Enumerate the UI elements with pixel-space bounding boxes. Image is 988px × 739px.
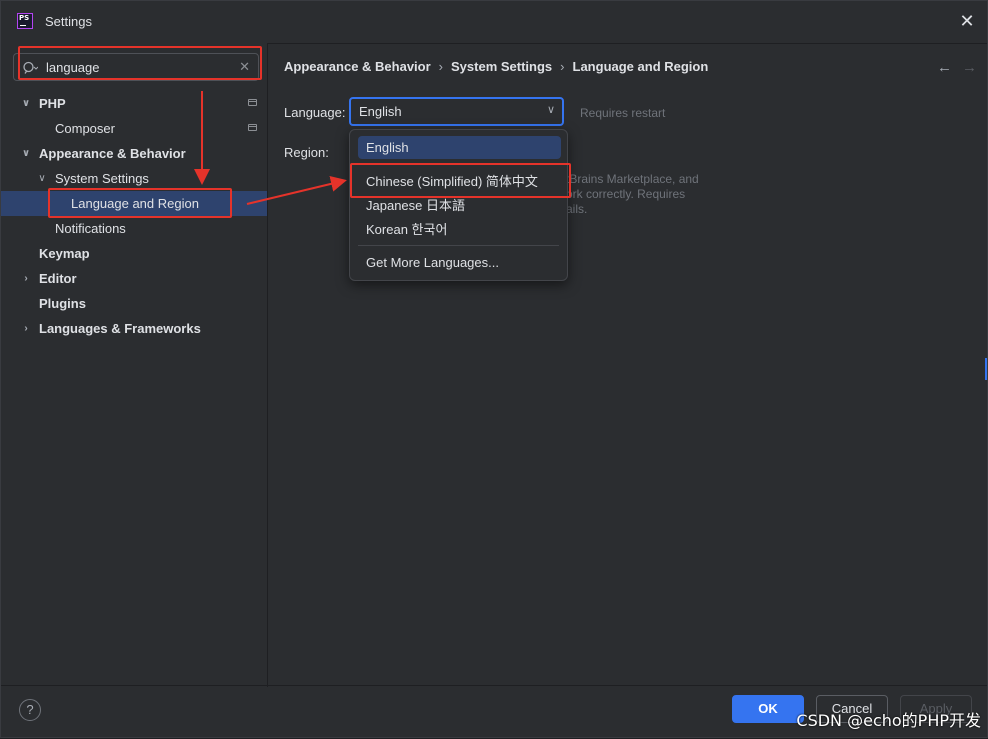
- tree-item-label: Language and Region: [71, 196, 199, 211]
- hint-line: tBrains Marketplace, and: [566, 172, 699, 186]
- tree-item-keymap[interactable]: Keymap: [1, 241, 267, 266]
- tree-item-label: Editor: [39, 271, 77, 286]
- search-icon: [23, 61, 38, 74]
- chevron-right-icon[interactable]: ›: [20, 316, 32, 341]
- phpstorm-logo-icon: PS: [17, 13, 33, 29]
- language-select[interactable]: English ∨: [349, 97, 564, 126]
- tree-item-language-and-region[interactable]: Language and Region: [1, 191, 267, 216]
- csdn-watermark: CSDN @echo的PHP开发: [796, 711, 981, 730]
- requires-restart-note: Requires restart: [580, 106, 666, 120]
- search-field[interactable]: ✕: [13, 53, 259, 81]
- hint-line: ork correctly. Requires: [566, 187, 686, 201]
- language-option-english[interactable]: English: [358, 136, 561, 159]
- breadcrumb-item[interactable]: System Settings: [451, 59, 552, 74]
- clear-search-icon[interactable]: ✕: [239, 59, 250, 75]
- search-input[interactable]: [46, 58, 226, 76]
- hint-line: ails.: [566, 202, 588, 216]
- tree-item-label: Notifications: [55, 221, 126, 236]
- tree-item-plugins[interactable]: Plugins: [1, 291, 267, 316]
- tree-item-label: Languages & Frameworks: [39, 321, 201, 336]
- tree-item-composer[interactable]: Composer: [1, 116, 267, 141]
- tree-item-system-settings[interactable]: ∨ System Settings: [1, 166, 267, 191]
- settings-sidebar: ✕ ∨ PHP Composer ∨ Appearance & Behavior…: [1, 43, 268, 687]
- language-dropdown-popup: English Chinese (Simplified) 简体中文 Japane…: [349, 129, 568, 281]
- forward-arrow-icon[interactable]: →: [962, 59, 977, 76]
- region-label: Region:: [284, 145, 329, 160]
- project-level-icon: [248, 99, 257, 106]
- breadcrumb: Appearance & Behavior › System Settings › La…: [284, 59, 708, 74]
- language-option-korean[interactable]: Korean 한국어: [358, 218, 561, 241]
- tree-item-label: Appearance & Behavior: [39, 146, 186, 161]
- breadcrumb-separator: ›: [438, 59, 444, 74]
- chevron-right-icon[interactable]: ›: [20, 266, 32, 291]
- chevron-down-icon: ∨: [546, 104, 555, 116]
- language-label: Language:: [284, 105, 346, 120]
- tree-item-label: Keymap: [39, 246, 90, 261]
- back-arrow-icon[interactable]: ←: [937, 59, 952, 76]
- settings-window: PS Settings ✕ ✕ ∨ PHP Composer: [0, 0, 988, 738]
- tree-item-editor[interactable]: › Editor: [1, 266, 267, 291]
- breadcrumb-separator: ›: [560, 59, 565, 74]
- tree-item-label: Composer: [55, 121, 115, 136]
- close-button[interactable]: ✕: [957, 11, 977, 31]
- tree-item-languages-frameworks[interactable]: › Languages & Frameworks: [1, 316, 267, 341]
- tree-item-php[interactable]: ∨ PHP: [1, 91, 267, 116]
- chevron-down-icon[interactable]: ∨: [20, 141, 32, 166]
- scroll-indicator: [985, 358, 987, 380]
- title-bar: PS Settings ✕: [1, 1, 987, 44]
- window-title: Settings: [45, 14, 92, 29]
- get-more-languages-link[interactable]: Get More Languages...: [358, 251, 561, 274]
- ok-button[interactable]: OK: [732, 695, 804, 723]
- tree-item-label: PHP: [39, 96, 66, 111]
- project-level-icon: [248, 124, 257, 131]
- settings-tree: ∨ PHP Composer ∨ Appearance & Behavior ∨…: [1, 91, 267, 341]
- chevron-down-icon[interactable]: ∨: [20, 91, 32, 116]
- navigation-arrows: ← →: [937, 59, 977, 76]
- dropdown-divider: [358, 245, 559, 246]
- tree-item-label: Plugins: [39, 296, 86, 311]
- tree-item-label: System Settings: [55, 171, 149, 186]
- chevron-down-icon[interactable]: ∨: [36, 166, 48, 191]
- language-option-chinese-simplified[interactable]: Chinese (Simplified) 简体中文: [358, 170, 561, 193]
- tree-item-notifications[interactable]: Notifications: [1, 216, 267, 241]
- language-select-value: English: [359, 104, 402, 119]
- language-option-japanese[interactable]: Japanese 日本語: [358, 194, 561, 217]
- breadcrumb-item[interactable]: Appearance & Behavior: [284, 59, 431, 74]
- breadcrumb-item: Language and Region: [572, 59, 709, 74]
- help-button[interactable]: ?: [19, 699, 41, 721]
- language-hint-text: tBrains Marketplace, and ork correctly. …: [566, 172, 716, 217]
- tree-item-appearance-behavior[interactable]: ∨ Appearance & Behavior: [1, 141, 267, 166]
